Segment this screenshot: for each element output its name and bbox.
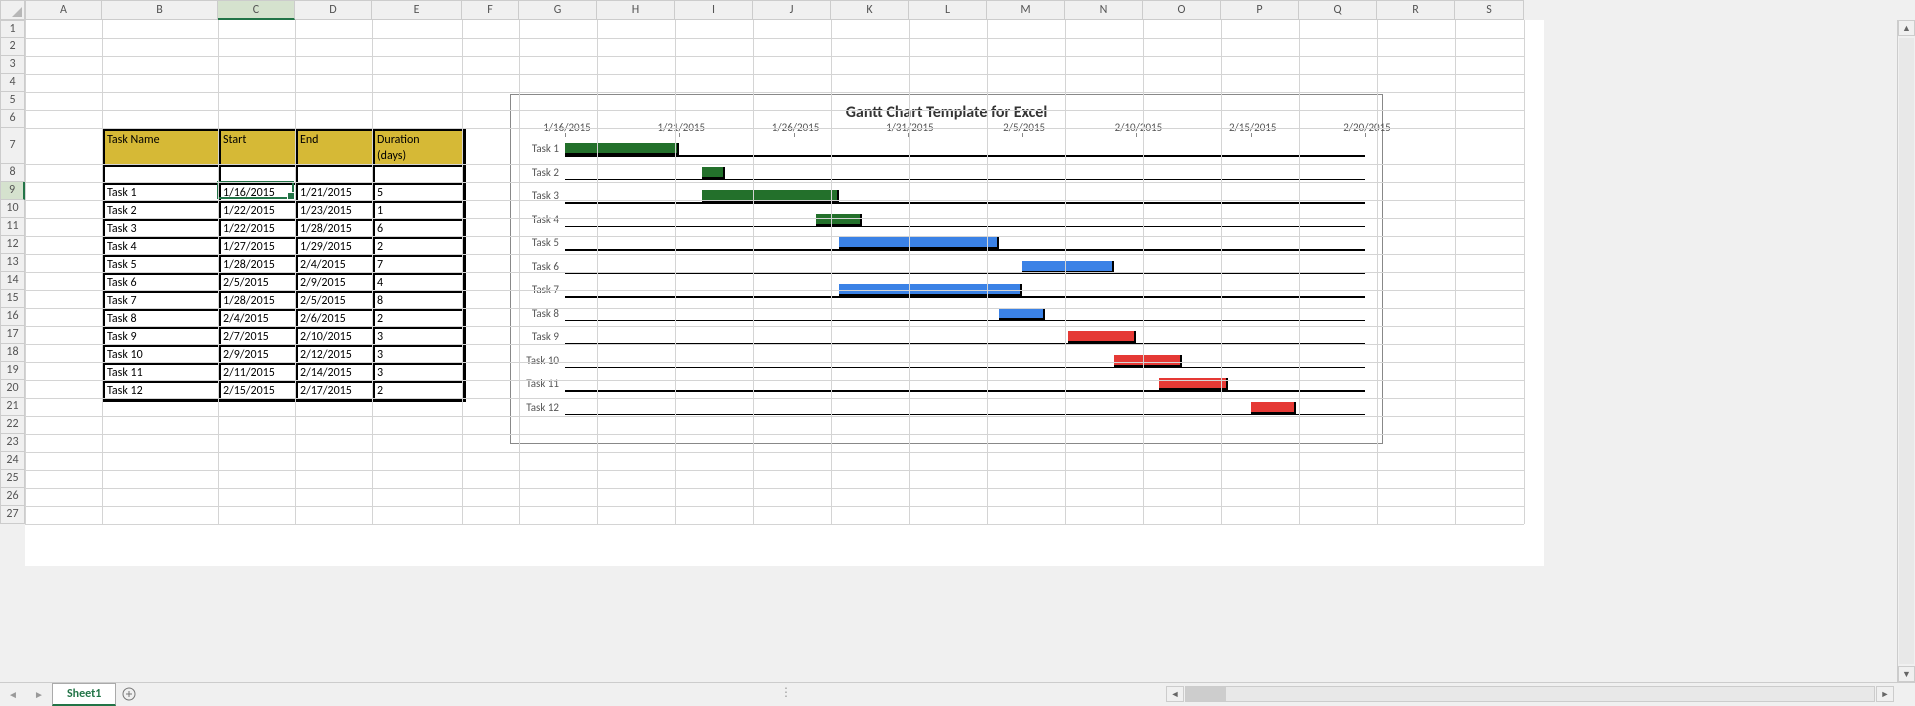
row-header-13[interactable]: 13 (0, 254, 25, 272)
col-header-H[interactable]: H (597, 0, 675, 20)
row-header-11[interactable]: 11 (0, 218, 25, 236)
plus-circle-icon (122, 687, 136, 701)
task-table: Task NameStartEndDuration(days)Task 11/1… (102, 128, 466, 402)
tab-split-grip[interactable]: ⋮ (780, 685, 790, 701)
row-header-14[interactable]: 14 (0, 272, 25, 290)
table-header[interactable]: Task Name (104, 130, 220, 166)
vertical-scrollbar[interactable]: ▲ ▼ (1897, 20, 1915, 682)
row-header-21[interactable]: 21 (0, 398, 25, 416)
row-header-6[interactable]: 6 (0, 110, 25, 128)
row-header-25[interactable]: 25 (0, 470, 25, 488)
sheet-nav-next[interactable]: ► (26, 688, 52, 701)
row-header-3[interactable]: 3 (0, 56, 25, 74)
row-header-9[interactable]: 9 (0, 182, 25, 200)
scroll-down-arrow[interactable]: ▼ (1898, 666, 1915, 682)
col-header-K[interactable]: K (831, 0, 909, 20)
gantt-bar[interactable] (1068, 331, 1137, 343)
col-header-O[interactable]: O (1143, 0, 1221, 20)
add-sheet-button[interactable] (116, 683, 142, 705)
row-header-15[interactable]: 15 (0, 290, 25, 308)
row-header-19[interactable]: 19 (0, 362, 25, 380)
gantt-bar[interactable] (999, 308, 1045, 320)
row-headers: 1234567891011121314151617181920212223242… (0, 20, 25, 524)
gantt-bar[interactable] (816, 214, 862, 226)
scroll-right-arrow[interactable]: ► (1876, 686, 1894, 702)
col-header-C[interactable]: C (218, 0, 295, 20)
row-header-18[interactable]: 18 (0, 344, 25, 362)
hscroll-thumb[interactable] (1186, 687, 1226, 701)
scroll-left-arrow[interactable]: ◄ (1166, 686, 1184, 702)
col-header-P[interactable]: P (1221, 0, 1299, 20)
vscroll-track[interactable] (1899, 38, 1914, 664)
column-headers: ABCDEFGHIJKLMNOPQRS (25, 0, 1524, 20)
row-header-4[interactable]: 4 (0, 74, 25, 92)
scroll-up-arrow[interactable]: ▲ (1898, 20, 1915, 36)
row-header-23[interactable]: 23 (0, 434, 25, 452)
row-header-22[interactable]: 22 (0, 416, 25, 434)
sheet-tab-bar: ◄ ► Sheet1 ⋮ ◄ ► (0, 682, 1915, 705)
horizontal-scrollbar[interactable]: ◄ ► (1165, 685, 1895, 703)
row-header-10[interactable]: 10 (0, 200, 25, 218)
gantt-bar[interactable] (565, 143, 679, 155)
row-header-2[interactable]: 2 (0, 38, 25, 56)
col-header-J[interactable]: J (753, 0, 831, 20)
row-header-26[interactable]: 26 (0, 488, 25, 506)
table-header[interactable]: Start (220, 130, 297, 166)
row-header-16[interactable]: 16 (0, 308, 25, 326)
col-header-M[interactable]: M (987, 0, 1065, 20)
grid-area[interactable]: Task NameStartEndDuration(days)Task 11/1… (25, 20, 1544, 566)
row-header-17[interactable]: 17 (0, 326, 25, 344)
col-header-A[interactable]: A (25, 0, 102, 20)
gantt-bar[interactable] (702, 167, 725, 179)
col-header-B[interactable]: B (102, 0, 218, 20)
col-header-E[interactable]: E (372, 0, 462, 20)
col-header-Q[interactable]: Q (1299, 0, 1377, 20)
col-header-D[interactable]: D (295, 0, 372, 20)
gantt-bar[interactable] (1251, 402, 1297, 414)
row-header-20[interactable]: 20 (0, 380, 25, 398)
gantt-bar[interactable] (1114, 355, 1183, 367)
select-all-corner[interactable] (0, 0, 25, 20)
hscroll-track[interactable] (1185, 686, 1875, 702)
row-header-12[interactable]: 12 (0, 236, 25, 254)
gantt-chart[interactable]: Gantt Chart Template for Excel 1/16/2015… (510, 94, 1383, 444)
table-header[interactable]: End (297, 130, 374, 166)
col-header-N[interactable]: N (1065, 0, 1143, 20)
col-header-S[interactable]: S (1455, 0, 1524, 20)
row-header-7[interactable]: 7 (0, 128, 25, 164)
table-header[interactable]: Duration(days) (374, 130, 464, 166)
row-header-24[interactable]: 24 (0, 452, 25, 470)
row-header-27[interactable]: 27 (0, 506, 25, 524)
sheet-nav-prev[interactable]: ◄ (0, 688, 26, 701)
gantt-bar[interactable] (839, 237, 999, 249)
col-header-L[interactable]: L (909, 0, 987, 20)
gantt-bar[interactable] (1022, 261, 1113, 273)
chart-title: Gantt Chart Template for Excel (511, 103, 1382, 122)
col-header-I[interactable]: I (675, 0, 753, 20)
col-header-G[interactable]: G (519, 0, 597, 20)
row-header-1[interactable]: 1 (0, 20, 25, 38)
row-header-8[interactable]: 8 (0, 164, 25, 182)
row-header-5[interactable]: 5 (0, 92, 25, 110)
col-header-F[interactable]: F (462, 0, 519, 20)
col-header-R[interactable]: R (1377, 0, 1455, 20)
sheet-tab[interactable]: Sheet1 (52, 683, 116, 706)
